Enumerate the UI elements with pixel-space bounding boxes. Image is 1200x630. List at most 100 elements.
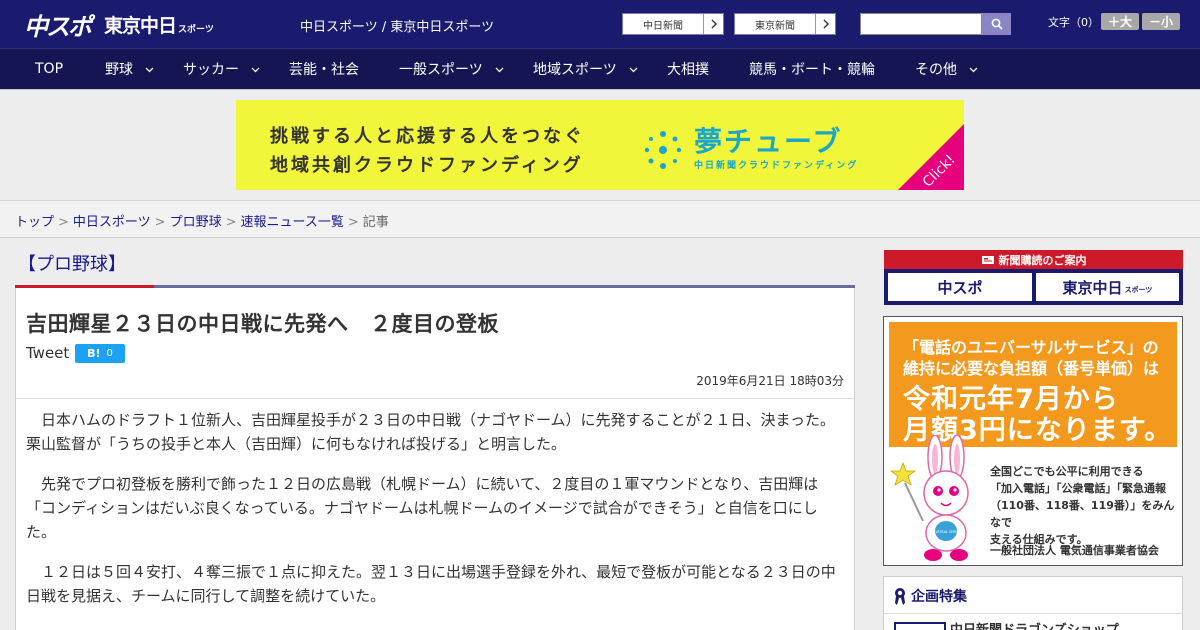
breadcrumb-separator: > [347, 215, 359, 230]
universal-service-ad[interactable]: 「電話のユニバーサルサービス」の 維持に必要な負担額（番号単価）は 令和元年7月… [883, 316, 1183, 566]
newspaper-icon [981, 255, 994, 264]
subscribe-tokyo-label: 東京中日 [1062, 278, 1123, 297]
feature-divider [884, 613, 1182, 614]
feature-item-link[interactable]: 中日新聞ドラゴンズショップ [950, 619, 1119, 630]
breadcrumb-chunichi-sports[interactable]: 中日スポーツ [73, 215, 151, 230]
logo-tokyo-chunichi: 東京中日 [104, 14, 177, 37]
nav-item-other[interactable]: その他 [915, 49, 978, 89]
feature-title: 企画特集 [911, 589, 967, 605]
rabbit-mascot-icon: UNIVERSAL SERVICE [889, 435, 969, 561]
ad-note-line: （110番、118番、119番）」をみんなで [990, 499, 1175, 529]
tweet-button[interactable]: Tweet [26, 344, 69, 362]
nav-item-baseball[interactable]: 野球 [105, 49, 154, 89]
breadcrumb: トップ > 中日スポーツ > プロ野球 > 速報ニュース一覧 > 記事 [15, 211, 389, 230]
search-input[interactable] [860, 13, 982, 35]
article-headline: 吉田輝星２３日の中日戦に先発へ ２度目の登板 [26, 312, 499, 336]
ad-headline-panel: 「電話のユニバーサルサービス」の 維持に必要な負担額（番号単価）は 令和元年7月… [889, 322, 1177, 447]
nav-label: 競馬・ボート・競輪 [749, 62, 875, 78]
click-badge: Click! [898, 124, 964, 190]
subscribe-tokyo-chunichi-button[interactable]: 東京中日 スポーツ [1036, 273, 1179, 301]
breadcrumb-current: 記事 [362, 215, 389, 230]
article-paragraph: 先発でプロ初登板を勝利で飾った１２日の広島戦（札幌ドーム）に続いて、２度目の１軍… [26, 475, 819, 541]
publish-date: 2019年6月21日 18時03分 [696, 374, 844, 388]
article-card: 吉田輝星２３日の中日戦に先発へ ２度目の登板 Tweet B! 0 2019年6月… [15, 285, 855, 630]
subscribe-chuspo-label: 中スポ [937, 278, 983, 297]
ad-note-line: 全国どこでも公平に利用できる [990, 465, 1144, 478]
tokyo-shimbun-label: 東京新聞 [755, 20, 795, 32]
nav-label: 野球 [105, 62, 133, 78]
logo-sports: スポーツ [178, 24, 214, 35]
nav-label: 地域スポーツ [533, 62, 617, 78]
ad-note-line: 「加入電話」「公衆電話」「緊急通報 [990, 482, 1166, 495]
chevron-down-icon [969, 67, 978, 72]
nav-item-sumo[interactable]: 大相撲 [667, 49, 709, 89]
font-larger-button[interactable]: ＋大 [1101, 13, 1139, 30]
hatena-icon: B! [87, 347, 101, 360]
article-top-accent [15, 285, 154, 288]
breadcrumb-pro-baseball[interactable]: プロ野球 [170, 215, 222, 230]
nav-divider [0, 89, 1200, 90]
nav-item-general-sports[interactable]: 一般スポーツ [399, 49, 504, 89]
search-button[interactable] [982, 13, 1011, 35]
nav-item-entertainment[interactable]: 芸能・社会 [289, 49, 359, 89]
ad-line2: 維持に必要な負担額（番号単価）は [903, 359, 1160, 378]
subscription-box: 新聞購読のご案内 中スポ 東京中日 スポーツ [884, 250, 1183, 305]
banner-line2: 地域共創クラウドファンディング [270, 155, 584, 176]
breadcrumb-separator: > [58, 215, 69, 230]
crowdfunding-banner[interactable]: 挑戦する人と応援する人をつなぐ 地域共創クラウドファンディング 夢チューブ 中日… [236, 100, 964, 190]
subscribe-chuspo-button[interactable]: 中スポ [888, 273, 1032, 301]
site-logo[interactable]: 中スポ 東京中日 スポーツ [24, 9, 214, 41]
article-paragraph: 日本ハムのドラフト１位新人、吉田輝星投手が２３日の中日戦（ナゴヤドーム）に先発す… [26, 411, 835, 453]
svg-text:UNIVERSAL SERVICE: UNIVERSAL SERVICE [930, 530, 963, 534]
hatena-bookmark-button[interactable]: B! 0 [75, 344, 125, 363]
category-title: 【プロ野球】 [18, 254, 126, 275]
chevron-down-icon [251, 67, 260, 72]
chevron-right-icon [703, 14, 723, 34]
feature-thumbnail[interactable] [894, 622, 946, 630]
breadcrumb-news-list[interactable]: 速報ニュース一覧 [241, 215, 344, 230]
nav-label: 一般スポーツ [399, 62, 483, 78]
tokyo-shimbun-button[interactable]: 東京新聞 [734, 13, 836, 35]
chevron-down-icon [495, 67, 504, 72]
breadcrumb-separator: > [154, 215, 166, 230]
hatena-count: 0 [106, 348, 113, 359]
nav-item-top[interactable]: TOP [35, 49, 63, 89]
feature-box: 企画特集 中日新聞ドラゴンズショップ [883, 576, 1183, 630]
breadcrumb-bar: トップ > 中日スポーツ > プロ野球 > 速報ニュース一覧 > 記事 [0, 200, 1200, 238]
nav-label: その他 [915, 62, 957, 78]
subscribe-tokyo-sub: スポーツ [1124, 286, 1153, 294]
font-size-label: 文字（0） [1048, 16, 1099, 29]
site-header: 中スポ 東京中日 スポーツ 中日スポーツ / 東京中日スポーツ 中日新聞 東京新… [0, 0, 1200, 48]
ad-organization: 一般社団法人 電気通信事業者協会 [990, 544, 1159, 557]
subscription-header: 新聞購読のご案内 [884, 250, 1183, 269]
logo-chuspo: 中スポ [24, 12, 92, 41]
banner-line1: 挑戦する人と応援する人をつなぐ [270, 126, 585, 147]
chunichi-shimbun-button[interactable]: 中日新聞 [622, 13, 724, 35]
chevron-right-icon [815, 14, 835, 34]
banner-brand-sub: 中日新聞クラウドファンディング [694, 161, 859, 171]
nav-item-local-sports[interactable]: 地域スポーツ [533, 49, 638, 89]
article-paragraph: １２日は５回４安打、４奪三振で１点に抑えた。翌１３日に出場選手登録を外れ、最短で… [26, 563, 836, 605]
article-divider [16, 398, 854, 399]
chevron-down-icon [629, 67, 638, 72]
chunichi-shimbun-label: 中日新聞 [643, 20, 683, 32]
yume-tube-logo-icon [644, 131, 682, 169]
nav-item-soccer[interactable]: サッカー [183, 49, 260, 89]
chevron-down-icon [145, 67, 154, 72]
ad-note: 全国どこでも公平に利用できる 「加入電話」「公衆電話」「緊急通報 （110番、1… [990, 463, 1180, 548]
breadcrumb-top[interactable]: トップ [15, 215, 54, 230]
nav-label: TOP [35, 61, 64, 77]
nav-label: 芸能・社会 [289, 62, 359, 78]
ribbon-icon [895, 588, 905, 605]
subscription-title: 新聞購読のご案内 [998, 253, 1087, 267]
search-icon [991, 18, 1003, 30]
nav-item-racing[interactable]: 競馬・ボート・競輪 [749, 49, 875, 89]
breadcrumb-separator: > [225, 215, 237, 230]
banner-brand: 夢チューブ [694, 125, 843, 158]
site-links[interactable]: 中日スポーツ / 東京中日スポーツ [300, 16, 494, 35]
nav-label: 大相撲 [667, 62, 709, 78]
feature-header: 企画特集 [894, 586, 967, 606]
font-smaller-button[interactable]: －小 [1142, 13, 1180, 30]
main-nav: TOP 野球 サッカー 芸能・社会 一般スポーツ 地域スポーツ 大相撲 競馬・ボ… [0, 48, 1200, 89]
nav-label: サッカー [183, 62, 239, 78]
